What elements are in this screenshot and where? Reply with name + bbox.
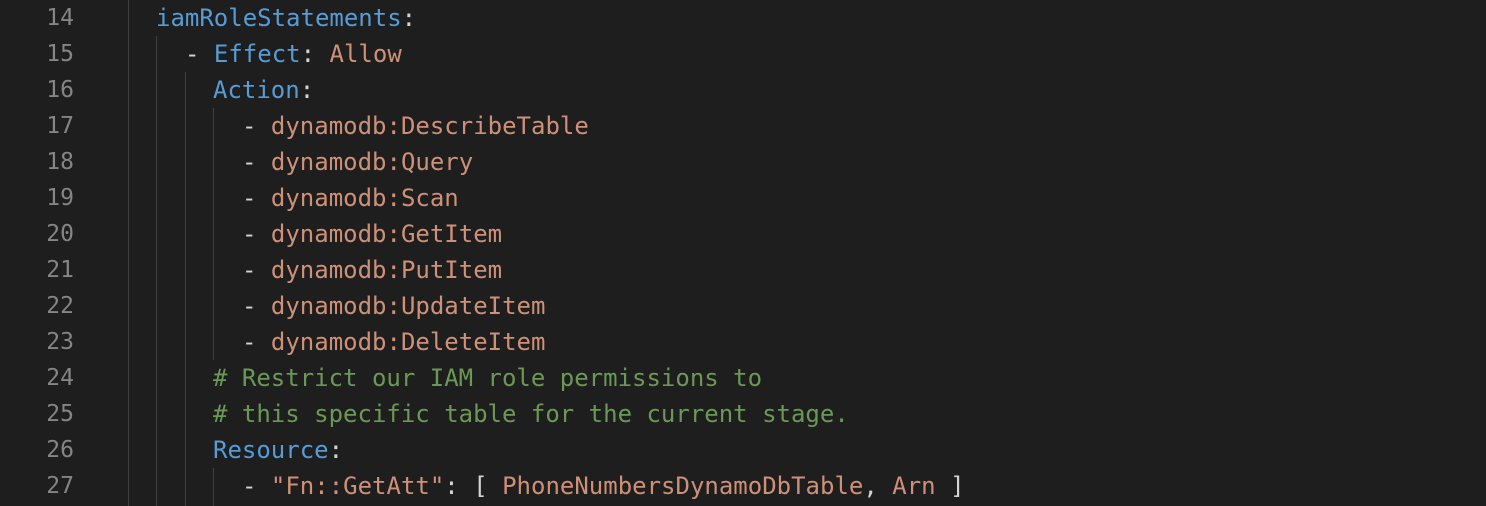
line-number: 24 xyxy=(46,365,74,391)
colon: : xyxy=(299,76,315,104)
code-text: - dynamodb:UpdateItem xyxy=(242,288,545,324)
code-line[interactable]: 15 - Effect: Allow xyxy=(0,36,1486,72)
list-dash: - xyxy=(242,220,257,248)
code-text: - dynamodb:Scan xyxy=(242,180,459,216)
line-number: 27 xyxy=(46,473,74,499)
code-line[interactable]: 21 - dynamodb:PutItem xyxy=(0,252,1486,288)
code-line[interactable]: 25 # this specific table for the current… xyxy=(0,396,1486,432)
yaml-value: dynamodb:DescribeTable xyxy=(270,112,589,140)
code-text: - dynamodb:DeleteItem xyxy=(242,324,545,360)
list-dash: - xyxy=(242,112,257,140)
line-number: 26 xyxy=(46,437,74,463)
code-comment: # Restrict our IAM role permissions to xyxy=(213,364,763,392)
yaml-value: dynamodb:GetItem xyxy=(270,220,503,248)
line-number: 17 xyxy=(46,113,74,139)
yaml-value: dynamodb:Scan xyxy=(270,184,459,212)
code-line[interactable]: 22 - dynamodb:UpdateItem xyxy=(0,288,1486,324)
code-text: - Effect: Allow xyxy=(185,36,402,72)
close-bracket: ] xyxy=(950,472,965,500)
colon: : xyxy=(401,4,417,32)
colon: : xyxy=(328,436,344,464)
line-number: 20 xyxy=(46,221,74,247)
yaml-key: Effect xyxy=(213,40,301,68)
code-text: # Restrict our IAM role permissions to xyxy=(213,360,762,396)
list-dash: - xyxy=(242,148,257,176)
list-dash: - xyxy=(242,292,257,320)
colon: : xyxy=(300,40,316,68)
yaml-key: Resource xyxy=(213,436,329,464)
code-line[interactable]: 16 Action: xyxy=(0,72,1486,108)
line-number: 16 xyxy=(46,77,74,103)
code-text: Resource: xyxy=(213,432,343,468)
yaml-key: Action xyxy=(213,76,300,104)
list-dash: - xyxy=(242,472,257,500)
yaml-value: dynamodb:UpdateItem xyxy=(270,292,546,320)
list-dash: - xyxy=(242,184,257,212)
code-text: iamRoleStatements: xyxy=(156,0,416,36)
line-number: 14 xyxy=(46,5,74,31)
line-number: 23 xyxy=(46,329,74,355)
code-comment: # this specific table for the current st… xyxy=(213,400,849,428)
yaml-value: dynamodb:DeleteItem xyxy=(270,328,546,356)
fn-key: "Fn::GetAtt" xyxy=(270,472,445,500)
list-dash: - xyxy=(185,40,200,68)
code-text: - dynamodb:GetItem xyxy=(242,216,502,252)
line-number: 18 xyxy=(46,149,74,175)
line-number: 25 xyxy=(46,401,74,427)
code-line[interactable]: 26 Resource: xyxy=(0,432,1486,468)
code-text: Action: xyxy=(213,72,314,108)
line-number: 22 xyxy=(46,293,74,319)
code-line[interactable]: 20 - dynamodb:GetItem xyxy=(0,216,1486,252)
yaml-value: dynamodb:PutItem xyxy=(270,256,503,284)
open-bracket: [ xyxy=(473,472,488,500)
line-number: 21 xyxy=(46,257,74,283)
yaml-key: iamRoleStatements xyxy=(156,4,402,32)
code-line[interactable]: 24 # Restrict our IAM role permissions t… xyxy=(0,360,1486,396)
colon: : xyxy=(444,472,459,500)
code-text: - "Fn::GetAtt": [ PhoneNumbersDynamoDbTa… xyxy=(242,468,965,504)
list-dash: - xyxy=(242,256,257,284)
yaml-value: dynamodb:Query xyxy=(270,148,474,176)
code-text: # this specific table for the current st… xyxy=(213,396,849,432)
code-text: - dynamodb:PutItem xyxy=(242,252,502,288)
line-number: 19 xyxy=(46,185,74,211)
fn-arg: PhoneNumbersDynamoDbTable xyxy=(502,472,864,500)
code-line[interactable]: 19 - dynamodb:Scan xyxy=(0,180,1486,216)
code-line[interactable]: 17 - dynamodb:DescribeTable xyxy=(0,108,1486,144)
code-line[interactable]: 27 - "Fn::GetAtt": [ PhoneNumbersDynamoD… xyxy=(0,468,1486,504)
yaml-value: Allow xyxy=(329,40,402,68)
comma: , xyxy=(863,472,878,500)
list-dash: - xyxy=(242,328,257,356)
line-number: 15 xyxy=(46,41,74,67)
code-text: - dynamodb:Query xyxy=(242,144,473,180)
code-text: - dynamodb:DescribeTable xyxy=(242,108,589,144)
code-line[interactable]: 14 iamRoleStatements: xyxy=(0,0,1486,36)
code-editor[interactable]: 14 iamRoleStatements: 15 - Effect: Allow… xyxy=(0,0,1486,506)
code-line[interactable]: 23 - dynamodb:DeleteItem xyxy=(0,324,1486,360)
fn-arg: Arn xyxy=(892,472,936,500)
code-line[interactable]: 18 - dynamodb:Query xyxy=(0,144,1486,180)
